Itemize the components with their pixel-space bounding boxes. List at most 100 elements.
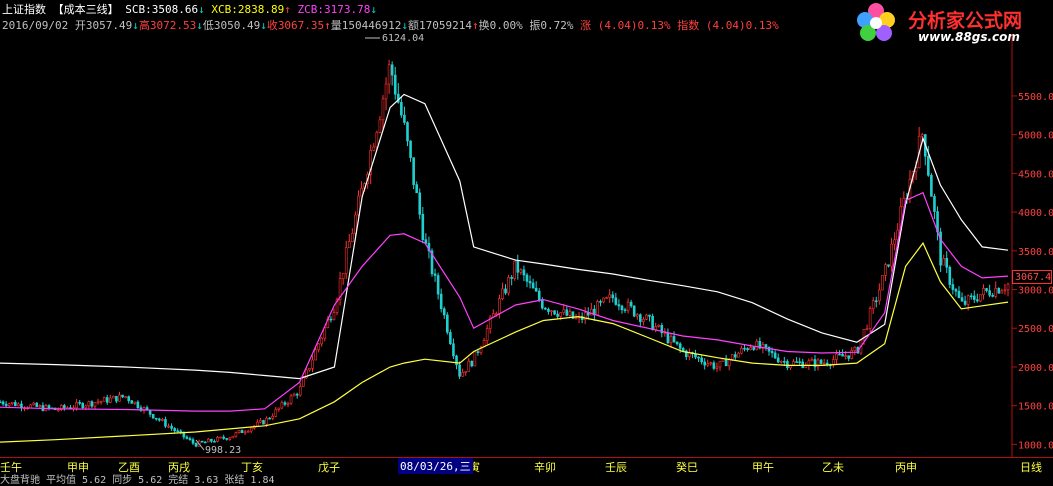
candle-body bbox=[286, 402, 290, 405]
candle-body bbox=[878, 289, 881, 302]
candle-body bbox=[930, 174, 933, 197]
candle-body bbox=[0, 401, 2, 404]
candle-body bbox=[393, 74, 397, 95]
candle-body bbox=[853, 347, 857, 351]
candle-body bbox=[234, 432, 238, 437]
candle-body bbox=[795, 361, 798, 363]
candle-body bbox=[841, 353, 844, 357]
candle-body bbox=[90, 401, 94, 407]
candle-body bbox=[274, 409, 278, 417]
candle-body bbox=[504, 288, 507, 294]
candle-body bbox=[133, 401, 137, 404]
candle-body bbox=[556, 313, 559, 317]
candle-body bbox=[464, 371, 468, 373]
candle-body bbox=[651, 316, 654, 331]
candle-body bbox=[847, 355, 850, 359]
time-axis-label: 乙未 bbox=[822, 461, 844, 474]
candle-body bbox=[458, 364, 461, 377]
candle-body bbox=[112, 395, 115, 399]
candle-body bbox=[715, 366, 719, 369]
candle-body bbox=[740, 347, 743, 354]
candle-body bbox=[737, 352, 740, 358]
candle-body bbox=[590, 308, 593, 316]
candle-body bbox=[611, 294, 615, 299]
candle-body bbox=[969, 295, 973, 298]
candle-body bbox=[121, 394, 124, 398]
candle-body bbox=[550, 310, 553, 312]
candle-body bbox=[194, 442, 198, 447]
candle-body bbox=[865, 328, 869, 330]
y-tick-label: 1000.0 bbox=[1018, 440, 1053, 451]
candle-body bbox=[954, 289, 958, 292]
candle-body bbox=[442, 308, 446, 316]
candle-body bbox=[927, 155, 930, 176]
candle-body bbox=[314, 349, 317, 361]
candle-body bbox=[81, 402, 85, 409]
candle-body bbox=[381, 98, 385, 121]
candle-body bbox=[277, 407, 281, 410]
y-tick-label: 4500.0 bbox=[1018, 169, 1053, 180]
candle-body bbox=[743, 347, 746, 350]
candle-body bbox=[240, 430, 244, 434]
candle-body bbox=[87, 401, 91, 407]
candle-body bbox=[881, 275, 884, 291]
candle-body bbox=[412, 157, 415, 185]
candle-body bbox=[200, 440, 204, 443]
candle-body bbox=[136, 401, 140, 409]
candle-body bbox=[298, 386, 302, 396]
candle-body bbox=[467, 360, 471, 372]
candle-body bbox=[246, 430, 250, 433]
candle-body bbox=[151, 414, 155, 419]
candle-body bbox=[697, 356, 700, 359]
candle-body bbox=[639, 314, 642, 322]
candle-body bbox=[470, 360, 474, 367]
candle-body bbox=[439, 293, 443, 310]
candle-body bbox=[84, 405, 88, 409]
candle-body bbox=[822, 362, 826, 365]
candle-body bbox=[755, 341, 759, 350]
candle-body bbox=[436, 275, 440, 295]
candle-body bbox=[154, 417, 158, 420]
candle-body bbox=[617, 304, 621, 307]
candle-body bbox=[513, 260, 517, 279]
indicator-footer: 大盘背驰 平均值 5.62 同步 5.62 完结 3.63 张结 1.84 bbox=[0, 475, 275, 486]
candle-body bbox=[534, 287, 538, 292]
candle-body bbox=[979, 294, 982, 302]
candle-body bbox=[997, 288, 1001, 294]
candle-body bbox=[801, 361, 805, 368]
candle-body bbox=[703, 361, 706, 366]
candle-body bbox=[706, 363, 710, 366]
candle-body bbox=[991, 294, 994, 297]
y-tick-label: 5000.0 bbox=[1018, 131, 1053, 142]
candle-body bbox=[262, 420, 265, 425]
y-tick-label: 2500.0 bbox=[1018, 324, 1053, 335]
candle-body bbox=[884, 264, 887, 276]
candle-body bbox=[559, 312, 562, 317]
candle-body bbox=[783, 360, 786, 363]
candle-body bbox=[256, 421, 259, 427]
candle-body bbox=[311, 359, 314, 369]
candle-body bbox=[540, 299, 544, 309]
candle-body bbox=[14, 402, 17, 407]
candle-body bbox=[942, 258, 945, 266]
candle-body bbox=[191, 439, 195, 444]
candle-body bbox=[727, 359, 731, 367]
candle-body bbox=[449, 332, 452, 345]
candle-body bbox=[632, 305, 636, 317]
price-chart[interactable]: 1000.0 1500.0 2000.0 2500.0 3000.0 3500.0 4000… bbox=[0, 0, 1053, 458]
candle-body bbox=[105, 397, 109, 403]
candle-body bbox=[807, 360, 811, 366]
candle-body bbox=[400, 102, 403, 116]
candle-body bbox=[188, 438, 192, 440]
candle-body bbox=[1006, 283, 1010, 291]
candle-body bbox=[675, 341, 679, 345]
time-axis-label: 日线 bbox=[1020, 461, 1042, 474]
candle-body bbox=[127, 396, 130, 401]
candle-body bbox=[115, 395, 118, 402]
candle-body bbox=[390, 64, 394, 76]
candle-body bbox=[283, 402, 287, 405]
candle-body bbox=[779, 360, 783, 363]
candle-body bbox=[994, 288, 998, 297]
candle-body bbox=[265, 417, 268, 425]
candle-body bbox=[167, 425, 170, 428]
